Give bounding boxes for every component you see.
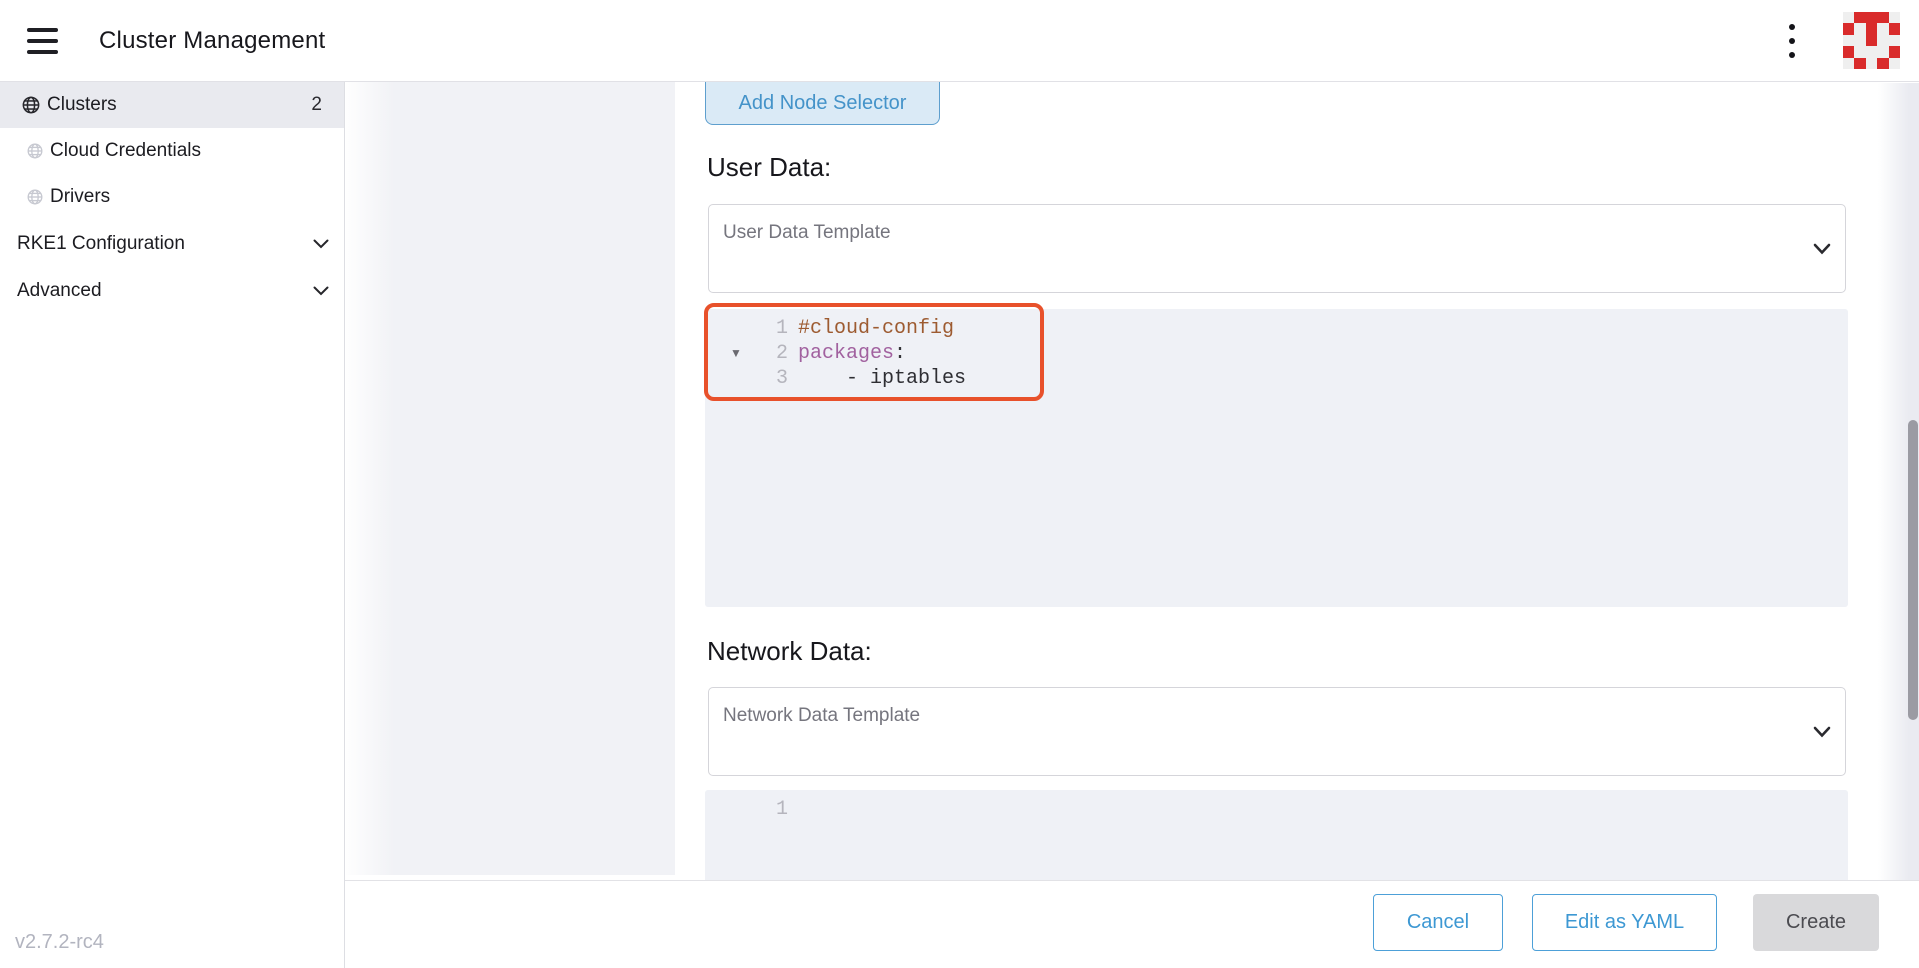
chevron-down-icon [313,286,329,296]
sidebar-item-label: Cloud Credentials [50,140,201,162]
sidebar-group-label: Advanced [17,280,102,302]
network-data-code-editor[interactable]: 1 [705,790,1848,880]
code-line: ▼ 2 packages: [705,341,1848,366]
sidebar-item-clusters[interactable]: Clusters 2 [0,82,344,128]
sidebar-item-label: Clusters [47,94,117,116]
network-data-heading: Network Data: [707,636,872,667]
form-nav-panel [346,82,675,875]
action-bar: Cancel Edit as YAML Create [345,880,1919,968]
network-data-template-select[interactable]: Network Data Template [708,687,1846,776]
sidebar-item-cloud-credentials[interactable]: Cloud Credentials [0,128,344,174]
menu-toggle-icon[interactable] [27,28,58,54]
line-number: 1 [745,797,788,822]
user-data-template-select[interactable]: User Data Template [708,204,1846,293]
code-token: : [894,342,906,365]
app-header: Cluster Management [0,0,1919,82]
line-number: 2 [745,341,788,366]
code-token: - iptables [798,366,966,391]
sidebar-item-rke1-configuration[interactable]: RKE1 Configuration [0,220,344,267]
sidebar: Clusters 2 Cloud Credentials Drivers RKE… [0,82,345,968]
code-token: #cloud-config [798,317,954,340]
code-line: 3 - iptables [705,366,1848,391]
user-data-code-editor[interactable]: 1 #cloud-config ▼ 2 packages: 3 - iptabl… [705,309,1848,607]
fold-arrow-icon[interactable]: ▼ [727,341,745,366]
scrollbar-track[interactable] [1878,83,1919,880]
user-data-heading: User Data: [707,152,831,183]
globe-icon [22,96,40,114]
cancel-button[interactable]: Cancel [1373,894,1503,951]
kebab-menu-icon[interactable] [1781,24,1803,58]
scrollbar-thumb[interactable] [1908,420,1918,720]
create-button[interactable]: Create [1753,894,1879,951]
sidebar-item-count: 2 [311,94,322,116]
chevron-down-icon [1813,726,1831,738]
line-number: 1 [745,316,788,341]
code-line: 1 #cloud-config [705,316,1848,341]
select-placeholder: Network Data Template [723,705,920,727]
sidebar-item-advanced[interactable]: Advanced [0,267,344,314]
version-label: v2.7.2-rc4 [15,931,104,954]
app-root: Cluster Management Clusters 2 Cloud Cred… [0,0,1919,968]
globe-icon [27,143,43,159]
sidebar-item-drivers[interactable]: Drivers [0,174,344,220]
sidebar-item-label: Drivers [50,186,110,208]
add-node-selector-button[interactable]: Add Node Selector [705,82,940,125]
select-placeholder: User Data Template [723,222,891,244]
edit-as-yaml-button[interactable]: Edit as YAML [1532,894,1717,951]
page-title: Cluster Management [99,27,325,55]
code-line: 1 [705,797,1848,822]
line-number: 3 [745,366,788,391]
avatar[interactable] [1843,12,1900,69]
code-token: packages [798,342,894,365]
globe-icon [27,189,43,205]
chevron-down-icon [313,239,329,249]
chevron-down-icon [1813,243,1831,255]
sidebar-group-label: RKE1 Configuration [17,233,185,255]
